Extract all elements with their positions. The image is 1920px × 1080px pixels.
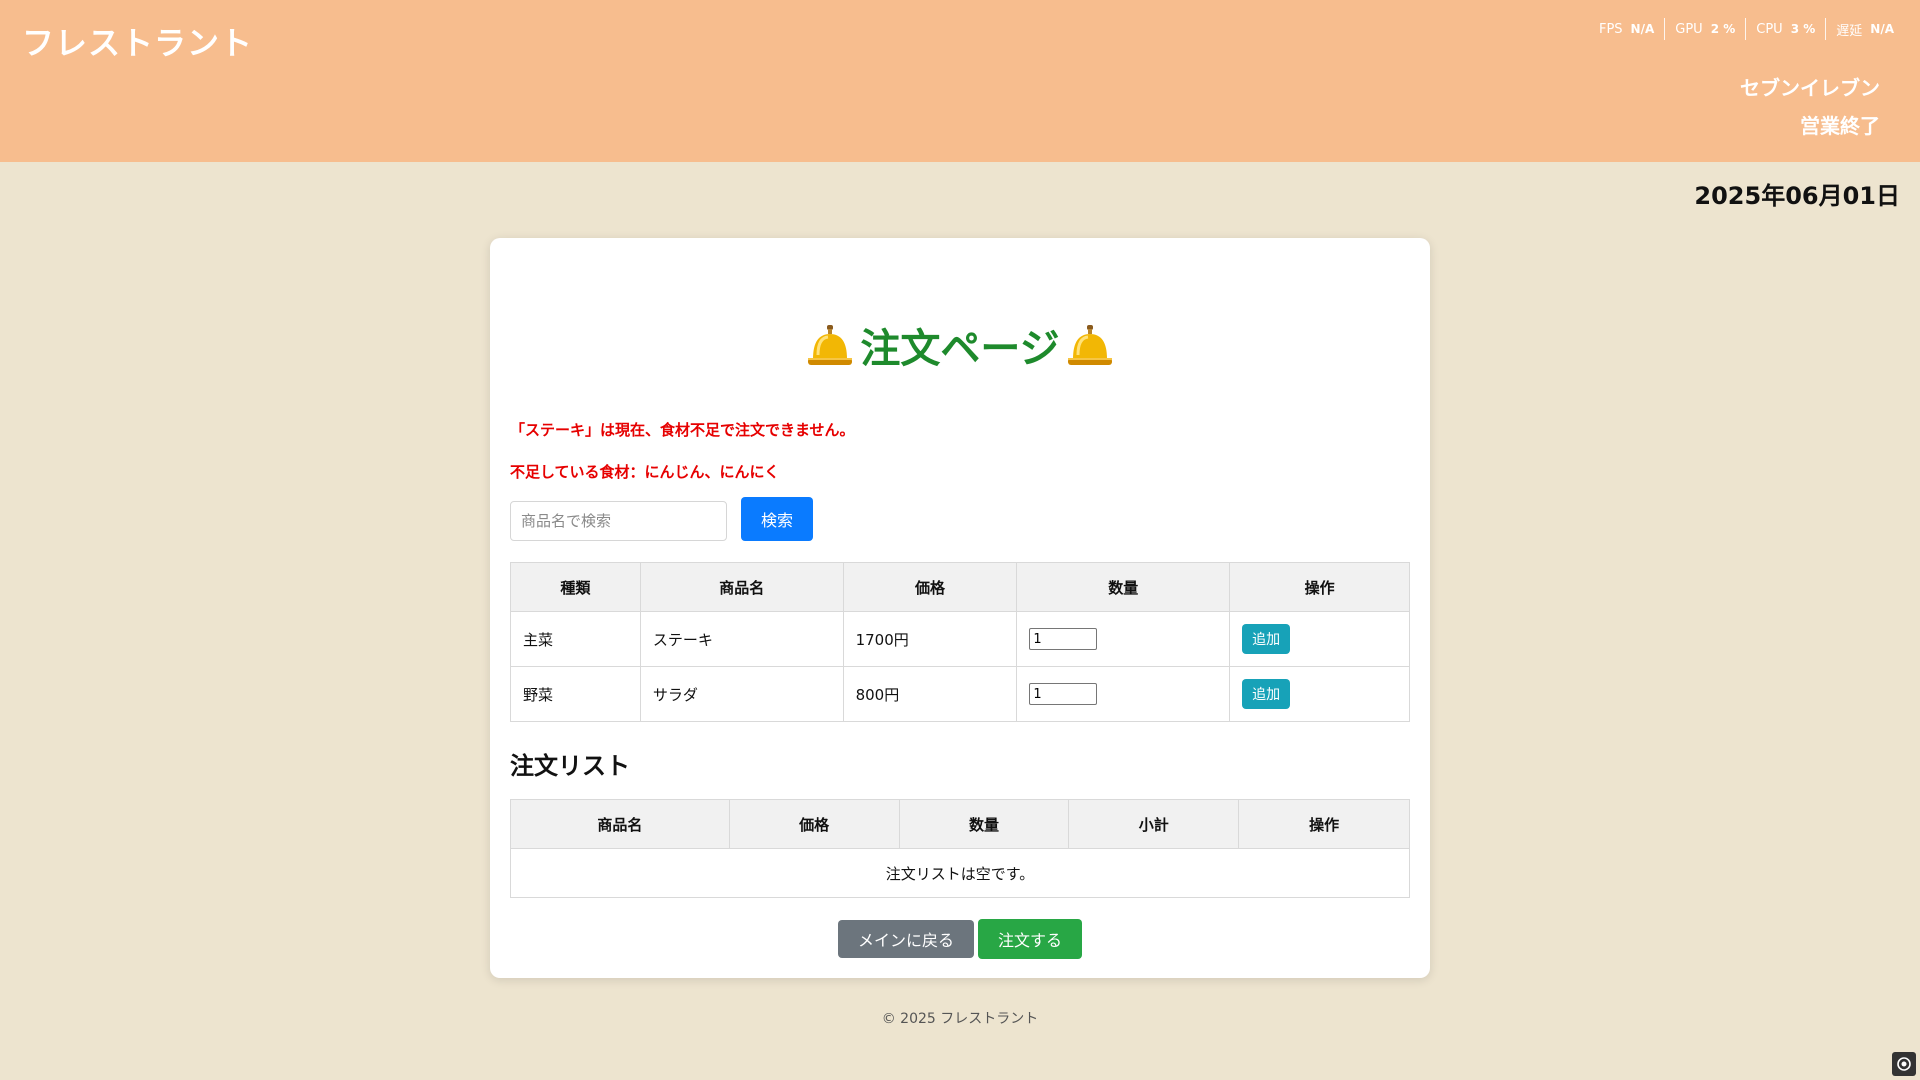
app-header: フレストラント FPS N/A GPU 2 % CPU 3 % 遅延 N/A セ…: [0, 0, 1920, 162]
menu-table: 種類 商品名 価格 数量 操作 主菜 ステーキ 1700円 追加 野菜: [510, 562, 1410, 722]
quantity-input[interactable]: [1029, 683, 1098, 705]
cell-quantity: [1016, 611, 1231, 667]
store-name: セブンイレブン: [1740, 76, 1880, 100]
column-header: 操作: [1229, 562, 1410, 612]
perf-label: FPS: [1598, 21, 1623, 37]
table-row: 注文リストは空です。: [510, 848, 1410, 898]
footer-copyright: © 2025 フレストラント: [881, 1011, 1039, 1027]
perf-value: N/A: [1870, 22, 1894, 36]
cell-price: 800円: [842, 666, 1018, 722]
page-title-text: 注文ページ: [860, 326, 1060, 372]
perf-value: 3 %: [1790, 22, 1816, 36]
column-header: 小計: [1068, 799, 1240, 849]
cell-action: 追加: [1229, 666, 1410, 722]
overlay-toggle-icon[interactable]: [1892, 1052, 1916, 1076]
add-button[interactable]: 追加: [1242, 624, 1291, 654]
perf-label: GPU: [1675, 21, 1703, 37]
column-header: 数量: [898, 799, 1070, 849]
cell-action: 追加: [1229, 611, 1410, 667]
perf-value: N/A: [1630, 22, 1655, 36]
cell-product-name: サラダ: [639, 666, 844, 722]
order-list-table: 商品名 価格 数量 小計 操作 注文リストは空です。: [510, 799, 1410, 898]
table-row: 主菜 ステーキ 1700円 追加: [510, 611, 1410, 667]
cell-category: 野菜: [510, 666, 641, 722]
column-header: 種類: [510, 562, 641, 612]
target-icon: [1897, 1057, 1911, 1071]
search-button[interactable]: 検索: [741, 497, 813, 541]
brand-logo-text[interactable]: フレストラント: [22, 18, 253, 64]
service-bell-icon: [808, 325, 853, 365]
cell-product-name: ステーキ: [639, 611, 844, 667]
table-row: 野菜 サラダ 800円 追加: [510, 666, 1410, 722]
place-order-button[interactable]: 注文する: [978, 919, 1082, 959]
perf-latency: 遅延 N/A: [1825, 18, 1904, 40]
order-list-empty-message: 注文リストは空です。: [510, 848, 1410, 898]
column-header: 商品名: [639, 562, 844, 612]
performance-overlay: FPS N/A GPU 2 % CPU 3 % 遅延 N/A: [1589, 18, 1904, 40]
search-input[interactable]: [510, 501, 727, 541]
column-header: 価格: [728, 799, 900, 849]
column-header: 数量: [1016, 562, 1231, 612]
perf-gpu: GPU 2 %: [1664, 18, 1745, 40]
perf-label: CPU: [1756, 21, 1783, 37]
alert-missing-ingredients: 不足している食材：にんじん、にんにく: [510, 463, 780, 481]
cell-category: 主菜: [510, 611, 641, 667]
cell-price: 1700円: [842, 611, 1018, 667]
order-table-header-row: 商品名 価格 数量 小計 操作: [510, 799, 1410, 849]
alert-unavailable: 「ステーキ」は現在、食材不足で注文できません。: [510, 421, 855, 439]
quantity-input[interactable]: [1029, 628, 1098, 650]
cell-quantity: [1016, 666, 1231, 722]
add-button[interactable]: 追加: [1242, 679, 1291, 709]
back-to-main-button[interactable]: メインに戻る: [838, 920, 974, 958]
perf-value: 2 %: [1710, 22, 1736, 36]
current-date: 2025年06月01日: [1694, 182, 1900, 210]
page-title: 注文ページ: [490, 316, 1430, 374]
perf-label: 遅延: [1836, 23, 1863, 39]
service-bell-icon: [1067, 325, 1112, 365]
order-card: 注文ページ 「ステーキ」は現在、食材不足で注文できません。 不足している食材：に…: [490, 238, 1430, 978]
column-header: 価格: [842, 562, 1018, 612]
order-list-heading: 注文リスト: [510, 752, 630, 780]
perf-cpu: CPU 3 %: [1745, 18, 1825, 40]
column-header: 操作: [1238, 799, 1410, 849]
store-status: 営業終了: [1800, 114, 1880, 138]
menu-table-header-row: 種類 商品名 価格 数量 操作: [510, 562, 1410, 612]
perf-fps: FPS N/A: [1589, 18, 1664, 40]
column-header: 商品名: [510, 799, 730, 849]
